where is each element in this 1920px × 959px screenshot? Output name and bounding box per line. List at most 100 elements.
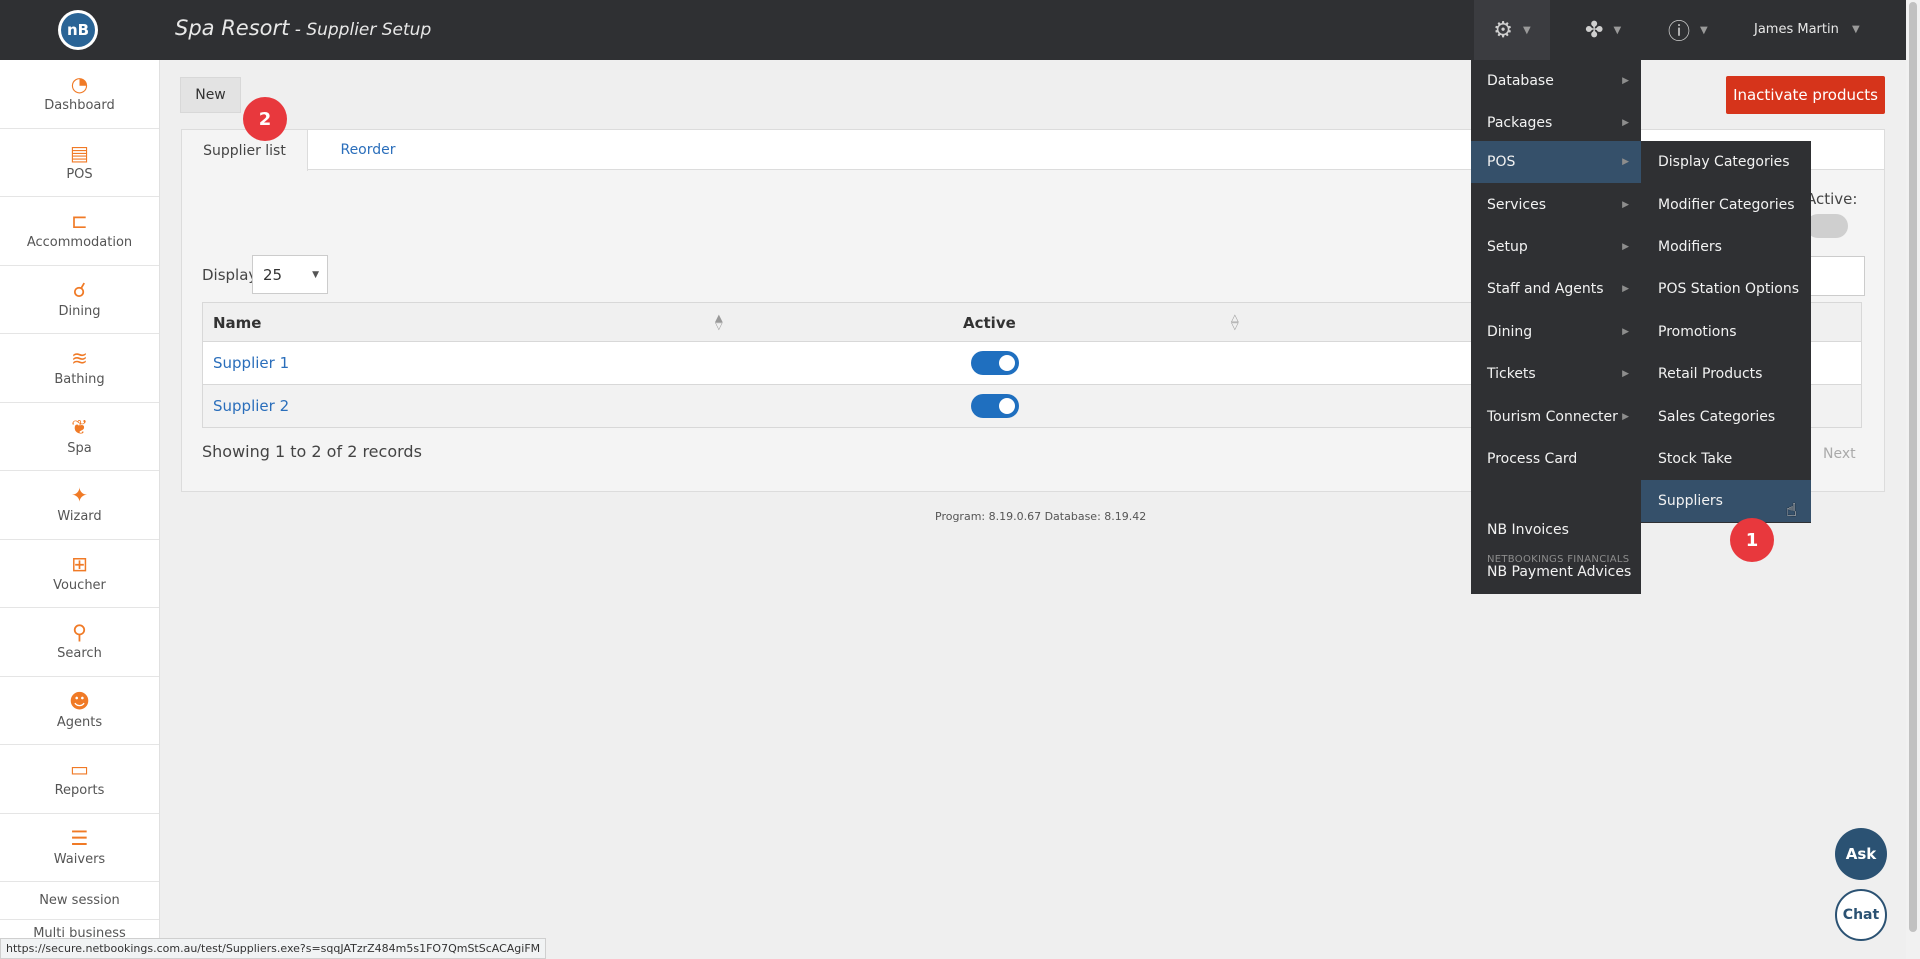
active-toggle[interactable] — [971, 394, 1019, 418]
logo-mark: nB — [61, 13, 95, 47]
menu-item-pos[interactable]: POS ▶ — [1471, 141, 1641, 183]
gift-icon: ⊞ — [71, 551, 88, 576]
sidebar-item-dining[interactable]: ☌ Dining — [0, 266, 159, 334]
chevron-down-icon[interactable]: ▼ — [1852, 24, 1860, 35]
chevron-right-icon: ▶ — [1622, 412, 1629, 422]
sidebar-item-label: Reports — [54, 783, 105, 799]
menu-item-database[interactable]: Database ▶ — [1471, 60, 1641, 102]
user-menu[interactable]: James Martin — [1754, 22, 1839, 37]
sidebar-item-label: Spa — [67, 440, 92, 456]
pos-submenu: Display Categories Modifier Categories M… — [1641, 141, 1811, 523]
help-menu-button[interactable]: ⓘ ▼ — [1668, 0, 1708, 60]
tab-supplier-list[interactable]: Supplier list — [182, 130, 308, 171]
submenu-item-sales-categories[interactable]: Sales Categories — [1641, 396, 1811, 438]
menu-item-nb-invoices[interactable]: NB Invoices — [1471, 509, 1641, 551]
active-filter-label: Active: — [1806, 190, 1858, 208]
chevron-right-icon: ▶ — [1622, 200, 1629, 210]
menu-item-process-card[interactable]: Process Card — [1471, 438, 1641, 480]
tools-menu-button[interactable]: ✤ ▼ — [1585, 0, 1621, 60]
pointer-cursor-icon: ☝ — [1786, 500, 1797, 521]
chevron-down-icon: ▼ — [312, 269, 319, 280]
sidebar-item-wizard[interactable]: ✦ Wizard — [0, 471, 159, 540]
chat-button[interactable]: Chat — [1835, 889, 1887, 941]
sidebar-item-dashboard[interactable]: ◔ Dashboard — [0, 60, 159, 129]
submenu-item-promotions[interactable]: Promotions — [1641, 311, 1811, 353]
record-count: Showing 1 to 2 of 2 records — [202, 442, 422, 461]
menu-item-tourism-connecter[interactable]: Tourism Connecter ▶ — [1471, 396, 1641, 438]
checklist-icon: ☰ — [70, 825, 89, 850]
page-title: Spa Resort - Supplier Setup — [175, 16, 431, 40]
register-icon: ▤ — [70, 140, 89, 165]
sidebar-item-label: Accommodation — [26, 235, 133, 251]
sidebar-item-spa[interactable]: ❦ Spa — [0, 403, 159, 471]
menu-item-label: Services — [1487, 197, 1547, 213]
page-size-select[interactable]: 25 ▼ — [252, 255, 328, 294]
chevron-right-icon: ▶ — [1622, 76, 1629, 86]
scrollbar-thumb[interactable] — [1909, 2, 1917, 932]
menu-item-services[interactable]: Services ▶ — [1471, 184, 1641, 226]
menu-item-setup[interactable]: Setup ▶ — [1471, 226, 1641, 268]
sidebar-item-label: Wizard — [57, 509, 102, 525]
search-icon: ⚲ — [72, 620, 87, 645]
supplier-name-link[interactable]: Supplier 1 — [213, 354, 289, 372]
dashboard-icon: ◔ — [70, 72, 89, 97]
new-session-link[interactable]: New session — [0, 882, 159, 920]
logo[interactable]: nB — [58, 10, 98, 50]
chevron-down-icon: ▼ — [1613, 24, 1622, 36]
sidebar-item-agents[interactable]: ☻ Agents — [0, 677, 159, 745]
sort-icon[interactable]: △ ▽ — [1231, 314, 1239, 332]
menu-item-tickets[interactable]: Tickets ▶ — [1471, 353, 1641, 395]
menu-item-nb-payment-advices[interactable]: NB Payment Advices — [1471, 551, 1641, 593]
supplier-name-link[interactable]: Supplier 2 — [213, 397, 289, 415]
sidebar-item-label: Waivers — [53, 851, 106, 867]
sidebar-item-bathing[interactable]: ≋ Bathing — [0, 334, 159, 403]
step-badge-2: 2 — [243, 97, 287, 141]
menu-item-dining[interactable]: Dining ▶ — [1471, 311, 1641, 353]
submenu-item-modifiers[interactable]: Modifiers — [1641, 226, 1811, 268]
column-header-active[interactable]: Active — [963, 314, 1016, 332]
sidebar-item-label: Dining — [58, 303, 101, 319]
column-header-name[interactable]: Name — [213, 314, 261, 332]
report-icon: ▭ — [70, 757, 89, 782]
sort-asc-icon[interactable]: ▲ ▽ — [715, 314, 723, 332]
new-button[interactable]: New — [180, 77, 241, 113]
settings-menu-button[interactable]: ⚙ ▼ — [1474, 0, 1550, 60]
submenu-item-retail-products[interactable]: Retail Products — [1641, 353, 1811, 395]
menu-item-staff-and-agents[interactable]: Staff and Agents ▶ — [1471, 268, 1641, 310]
active-filter-toggle[interactable] — [1806, 214, 1848, 238]
sidebar-item-voucher[interactable]: ⊞ Voucher — [0, 540, 159, 608]
ask-button[interactable]: Ask — [1835, 828, 1887, 880]
menu-item-label: Tickets — [1487, 366, 1536, 382]
sidebar-item-accommodation[interactable]: ⊏ Accommodation — [0, 197, 159, 266]
submenu-item-modifier-categories[interactable]: Modifier Categories — [1641, 184, 1811, 226]
submenu-item-stock-take[interactable]: Stock Take — [1641, 438, 1811, 480]
menu-item-packages[interactable]: Packages ▶ — [1471, 102, 1641, 144]
status-bar-url: https://secure.netbookings.com.au/test/S… — [0, 938, 547, 959]
sidebar-item-waivers[interactable]: ☰ Waivers — [0, 814, 159, 882]
page-scrollbar[interactable] — [1906, 0, 1920, 959]
menu-item-label: Database — [1487, 73, 1554, 89]
inactivate-products-button[interactable]: Inactivate products — [1726, 76, 1885, 114]
next-page-button[interactable]: Next — [1823, 446, 1856, 462]
app-title-text: Spa Resort — [175, 16, 290, 40]
menu-item-label: Packages — [1487, 115, 1553, 131]
active-toggle[interactable] — [971, 351, 1019, 375]
menu-item-label: Staff and Agents — [1487, 281, 1604, 297]
menu-item-label: Dining — [1487, 324, 1533, 340]
sidebar-item-label: Dashboard — [44, 98, 115, 114]
multi-business-link[interactable]: Multi business — [0, 920, 159, 940]
sidebar: ◔ Dashboard ▤ POS ⊏ Accommodation ☌ Dini… — [0, 60, 160, 959]
gears-icon: ⚙ — [1493, 17, 1514, 43]
step-badge-1: 1 — [1730, 518, 1774, 562]
submenu-item-pos-station-options[interactable]: POS Station Options — [1641, 268, 1811, 310]
dining-icon: ☌ — [72, 277, 87, 302]
submenu-item-display-categories[interactable]: Display Categories — [1641, 141, 1811, 183]
chevron-right-icon: ▶ — [1622, 157, 1629, 167]
search-input[interactable] — [1806, 256, 1865, 296]
sidebar-item-pos[interactable]: ▤ POS — [0, 129, 159, 197]
chevron-right-icon: ▶ — [1622, 242, 1629, 252]
sidebar-item-search[interactable]: ⚲ Search — [0, 608, 159, 677]
agents-icon: ☻ — [69, 688, 90, 713]
sidebar-item-reports[interactable]: ▭ Reports — [0, 745, 159, 814]
tab-reorder[interactable]: Reorder — [308, 130, 428, 170]
